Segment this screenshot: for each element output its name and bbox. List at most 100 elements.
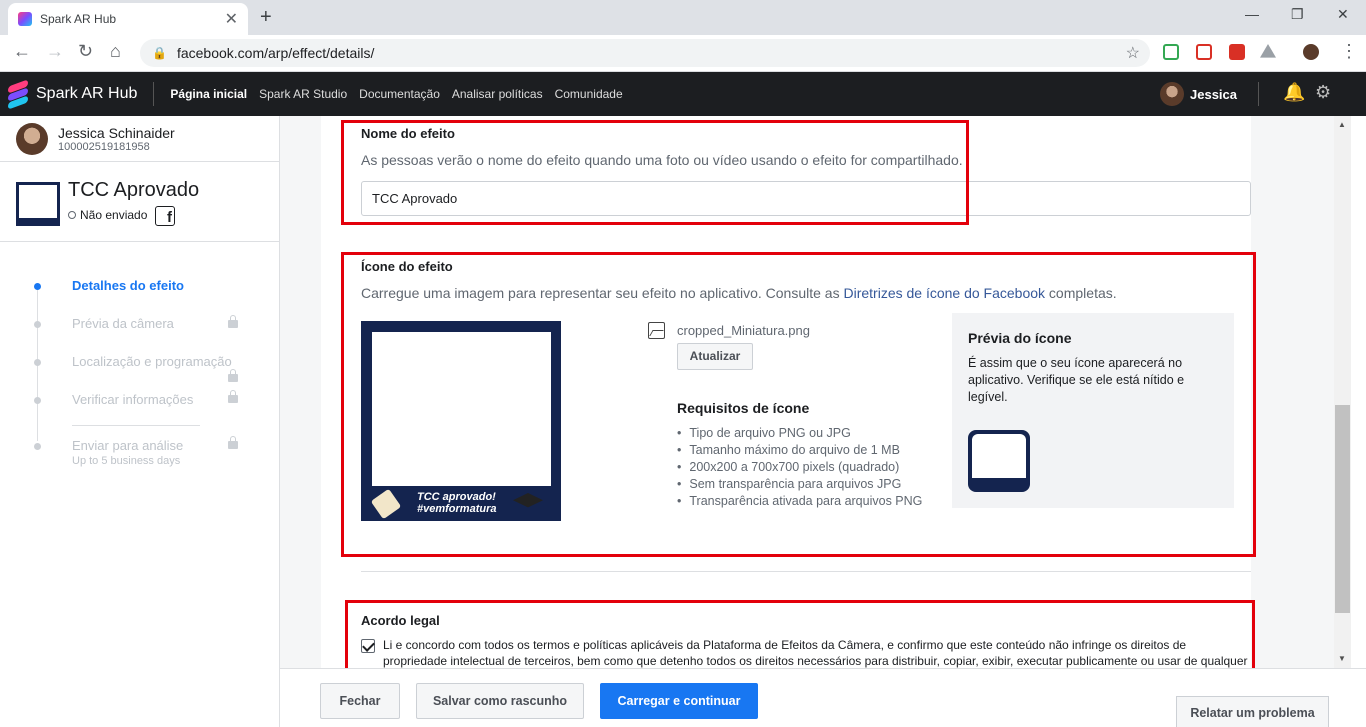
avatar [16,122,48,155]
lock-icon [228,436,238,449]
section-divider [361,571,1251,572]
effect-thumbnail [16,182,60,226]
graduation-cap-icon [513,493,543,508]
icon-frame [972,434,1026,478]
bell-icon[interactable]: 🔔 [1283,82,1305,103]
tab-title: Spark AR Hub [40,12,117,26]
preview-icon-image [968,430,1030,492]
avatar [1160,82,1184,106]
gear-icon[interactable]: ⚙ [1315,82,1331,103]
minimize-button[interactable]: — [1245,6,1259,22]
sidebar-user-id: 100002519181958 [58,140,150,153]
file-name: cropped_Miniatura.png [677,323,810,338]
icon-guidelines-link[interactable]: Diretrizes de ícone do Facebook [843,285,1045,301]
step-label: Verificar informações [72,392,194,407]
step-dot [34,321,41,328]
action-footer: Fechar Salvar como rascunho Carregar e c… [280,668,1366,727]
back-arrow-icon[interactable]: ← [13,41,31,62]
name-section-title: Nome do efeito [361,126,455,141]
extension-icon[interactable] [1196,44,1212,60]
lock-icon: 🔒 [152,46,167,60]
save-draft-button[interactable]: Salvar como rascunho [416,683,584,719]
header-user-name: Jessica [1190,86,1237,102]
tab-close-icon[interactable]: ✕ [225,9,238,29]
icon-caption-line: TCC aprovado! [417,491,496,503]
icon-section-description: Carregue uma imagem para representar seu… [361,285,1117,301]
list-item: Tamanho máximo do arquivo de 1 MB [677,442,922,459]
nav-studio[interactable]: Spark AR Studio [259,87,347,101]
name-section-description: As pessoas verão o nome do efeito quando… [361,152,963,168]
image-file-icon [648,322,665,339]
legal-section-title: Acordo legal [361,613,440,628]
spark-ar-favicon-icon [18,12,32,26]
star-icon[interactable]: ☆ [1126,43,1140,63]
scrollbar[interactable]: ▲ ▼ [1334,116,1351,668]
step-sublabel: Up to 5 business days [72,455,181,467]
extension-icon[interactable] [1229,44,1245,60]
sidebar-user-name: Jessica Schinaider [58,124,175,141]
requirements-list: Tipo de arquivo PNG ou JPG Tamanho máxim… [677,425,922,510]
list-item: Sem transparência para arquivos JPG [677,476,922,493]
step-divider [72,425,200,426]
forward-arrow-icon[interactable]: → [46,41,64,62]
icon-caption: TCC aprovado! #vemformatura [417,491,496,515]
nav-policies[interactable]: Analisar políticas [452,87,543,101]
lock-icon [228,390,238,403]
description-text: completas. [1045,285,1117,301]
nav-docs[interactable]: Documentação [359,87,440,101]
profile-avatar[interactable] [1303,44,1319,60]
browser-tab[interactable]: Spark AR Hub ✕ [8,3,248,35]
status-dot-icon [68,211,76,219]
drive-icon[interactable] [1260,44,1276,58]
step-label: Prévia da câmera [72,316,174,331]
effect-status: Não enviado [68,208,147,222]
file-row: cropped_Miniatura.png [648,322,810,339]
step-dot [34,443,41,450]
main-content[interactable]: Nome do efeito As pessoas verão o nome d… [280,116,1334,668]
icon-caption-line: #vemformatura [417,503,497,515]
lock-icon [228,369,238,382]
requirements-title: Requisitos de ícone [677,400,810,416]
reload-icon[interactable]: ↻ [78,41,93,62]
restore-button[interactable]: ❐ [1291,6,1304,23]
preview-description: É assim que o seu ícone aparecerá no apl… [968,356,1185,404]
scroll-up-arrow-icon[interactable]: ▲ [1338,120,1346,129]
step-label: Localização e programação [72,354,232,369]
step-dot [34,283,41,290]
address-bar[interactable]: 🔒 facebook.com/arp/effect/details/ ☆ [140,39,1150,67]
list-item: 200x200 a 700x700 pixels (quadrado) [677,459,922,476]
legal-checkbox[interactable] [361,639,375,653]
nav-community[interactable]: Comunidade [555,87,623,101]
update-button[interactable]: Atualizar [677,343,753,370]
preview-title: Prévia do ícone [968,330,1072,346]
upload-continue-button[interactable]: Carregar e continuar [600,683,758,719]
effect-title: TCC Aprovado [68,179,200,201]
extension-icon[interactable] [1163,44,1179,60]
brand-name[interactable]: Spark AR Hub [36,85,137,103]
scrollbar-thumb[interactable] [1335,405,1350,613]
scroll-down-arrow-icon[interactable]: ▼ [1338,654,1346,663]
effect-name-input[interactable]: TCC Aprovado [361,181,1251,216]
step-label: Enviar para análise [72,438,184,453]
sidebar-user: Jessica Schinaider 100002519181958 [0,116,279,162]
icon-preview-panel: Prévia do ícone É assim que o seu ícone … [952,313,1234,508]
window-close-button[interactable]: ✕ [1337,6,1349,23]
new-tab-button[interactable]: + [260,6,272,29]
facebook-icon: f [155,206,175,226]
icon-frame [372,332,551,486]
browser-tabstrip: Spark AR Hub ✕ + — ❐ ✕ [0,0,1366,35]
nav-home[interactable]: Página inicial [170,87,247,101]
header-user[interactable]: Jessica [1160,82,1237,106]
header-divider [153,82,155,106]
menu-dots-icon[interactable]: ⋮ [1340,41,1358,62]
sidebar: Jessica Schinaider 100002519181958 TCC A… [0,116,280,727]
step-dot [34,359,41,366]
close-button[interactable]: Fechar [320,683,400,719]
step-dot [34,397,41,404]
description-text: Carregue uma imagem para representar seu… [361,285,844,301]
diploma-icon [370,488,402,520]
icon-section-title: Ícone do efeito [361,259,453,274]
report-problem-button[interactable]: Relatar um problema [1176,696,1329,727]
home-icon[interactable]: ⌂ [110,41,121,62]
spark-ar-logo-icon [8,79,28,110]
